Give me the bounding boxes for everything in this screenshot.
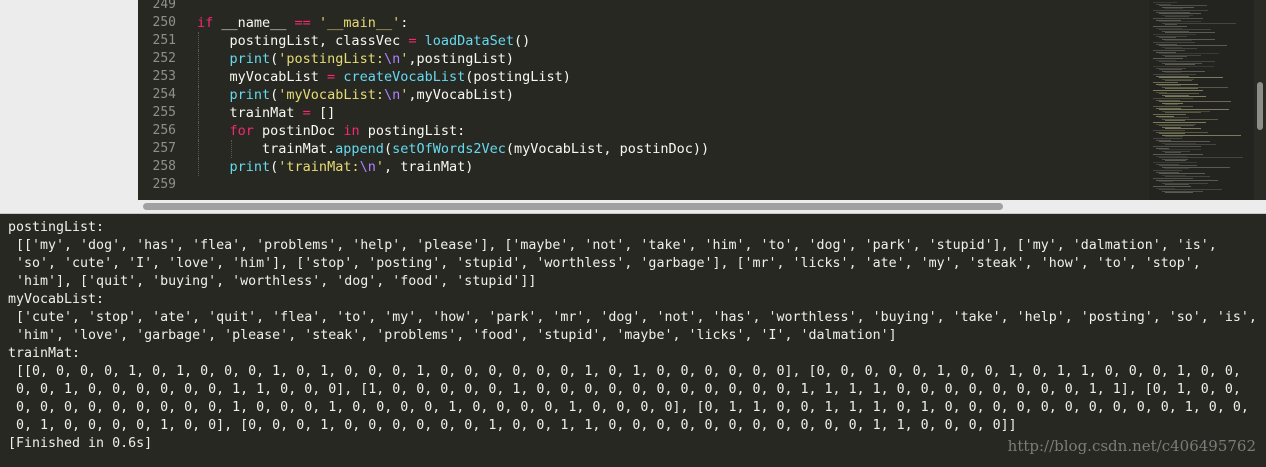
indent-guide [198, 32, 200, 50]
code-line: print('myVocabList:\n',myVocabList) [197, 86, 514, 104]
code-token: ,postingList) [408, 51, 515, 67]
code-token: = [327, 69, 336, 85]
line-number: 255 [152, 105, 176, 120]
code-line: trainMat = [] [197, 104, 335, 122]
code-token: , trainMat) [383, 159, 474, 175]
code-token: print [229, 87, 271, 103]
line-number: 254 [152, 87, 176, 102]
code-line: for postinDoc in postingList: [197, 122, 465, 140]
code-token: \n [359, 159, 376, 175]
code-token: == [294, 15, 311, 31]
line-number: 251 [152, 33, 176, 48]
code-token: \n [383, 87, 401, 103]
watermark: http://blog.csdn.net/c406495762 [1007, 437, 1256, 455]
line-number: 253 [152, 69, 176, 84]
code-token: 'myVocabList: [278, 87, 384, 103]
indent-guide [198, 86, 200, 104]
code-token: = [302, 105, 311, 121]
code-token: print [229, 159, 271, 175]
code-token: ,myVocabList) [408, 87, 515, 103]
code-token: trainMat. [197, 141, 336, 157]
indent-guide [198, 104, 200, 122]
output-line: 'him'], ['quit', 'buying', 'worthless', … [8, 274, 537, 289]
build-output-panel: postingList: [['my', 'dog', 'has', 'flea… [0, 214, 1266, 467]
code-token: for [229, 123, 254, 139]
output-line: [['my', 'dog', 'has', 'flea', 'problems'… [8, 238, 1217, 253]
code-line: if __name__ == '__main__': [197, 14, 408, 32]
code-token: postinDoc [253, 123, 344, 139]
code-token: createVocabList [343, 69, 466, 85]
output-line: 'him', 'love', 'garbage', 'please', 'ste… [8, 328, 897, 343]
code-token: 'postingList: [278, 51, 384, 67]
code-token: \n [383, 51, 401, 67]
line-number: 257 [152, 141, 176, 156]
code-token: () [514, 33, 531, 49]
output-line: ['cute', 'stop', 'ate', 'quit', 'flea', … [8, 310, 1257, 325]
code-token: '__main__' [318, 15, 401, 31]
code-line: print('postingList:\n',postingList) [197, 50, 514, 68]
output-line: trainMat: [8, 346, 81, 361]
horizontal-scrollbar[interactable] [0, 200, 1266, 214]
minimap[interactable] [1149, 0, 1254, 200]
indent-guide [198, 158, 200, 176]
vertical-scrollbar[interactable] [1254, 0, 1266, 200]
code-token: if [197, 15, 214, 31]
output-line: [Finished in 0.6s] [8, 436, 153, 451]
code-token: ( [383, 141, 393, 157]
code-token: postingList: [359, 123, 466, 139]
indent-guide [198, 68, 200, 86]
indent-guide [230, 140, 233, 158]
output-line: 0, 1, 0, 0, 0, 0, 1, 0, 0], [0, 0, 0, 1,… [8, 418, 1017, 433]
code-token: postingList, classVec [197, 33, 409, 49]
output-line: postingList: [8, 220, 105, 235]
vertical-scroll-thumb[interactable] [1257, 82, 1263, 130]
output-line: myVocabList: [8, 292, 105, 307]
code-area[interactable]: if __name__ == '__main__': postingList, … [197, 0, 1136, 200]
code-token: append [335, 141, 384, 157]
output-line: [[0, 0, 0, 0, 1, 0, 1, 0, 0, 0, 1, 0, 1,… [8, 364, 1241, 379]
code-token: setOfWords2Vec [392, 141, 506, 157]
minimap-line [1165, 192, 1193, 194]
code-editor[interactable]: 249 250 251 252 253 254 255 256 257 258 259 if __n… [138, 0, 1266, 200]
code-line: print('trainMat:\n', trainMat) [197, 158, 473, 176]
code-token: (postingList) [465, 69, 571, 85]
output-line: 0, 0, 1, 0, 0, 0, 0, 0, 0, 1, 1, 0, 0, 0… [8, 382, 1241, 397]
line-number: 256 [152, 123, 176, 138]
horizontal-scroll-thumb[interactable] [143, 203, 1003, 210]
line-number-gutter: 249 250 251 252 253 254 255 256 257 258 259 [138, 0, 178, 200]
code-token: (myVocabList, postinDoc)) [505, 141, 710, 157]
code-token: loadDataSet [424, 33, 515, 49]
code-token: 'trainMat: [278, 159, 360, 175]
code-token: : [400, 15, 409, 31]
code-token: in [343, 123, 360, 139]
code-token: print [229, 51, 271, 67]
code-token: myVocabList [197, 69, 328, 85]
code-token: ' [375, 159, 384, 175]
code-line: trainMat.append(setOfWords2Vec(myVocabLi… [197, 140, 709, 158]
output-line: 'so', 'cute', 'I', 'love', 'him'], ['sto… [8, 256, 1201, 271]
line-number: 249 [152, 0, 176, 12]
line-number: 252 [152, 51, 176, 66]
code-token: __name__ [213, 15, 295, 31]
code-token: [] [310, 105, 336, 121]
code-line: postingList, classVec = loadDataSet() [197, 32, 530, 50]
code-token: trainMat [197, 105, 303, 121]
code-line: myVocabList = createVocabList(postingLis… [197, 68, 571, 86]
indent-guide [198, 122, 200, 140]
line-number: 258 [152, 159, 176, 174]
output-line: 0, 0, 0, 0, 0, 0, 0, 0, 0, 1, 0, 0, 0, 1… [8, 400, 1249, 415]
line-number: 250 [152, 15, 176, 30]
sidebar-panel [0, 0, 139, 200]
indent-guide [198, 50, 200, 68]
line-number: 259 [152, 177, 176, 192]
indent-guide [198, 140, 200, 158]
